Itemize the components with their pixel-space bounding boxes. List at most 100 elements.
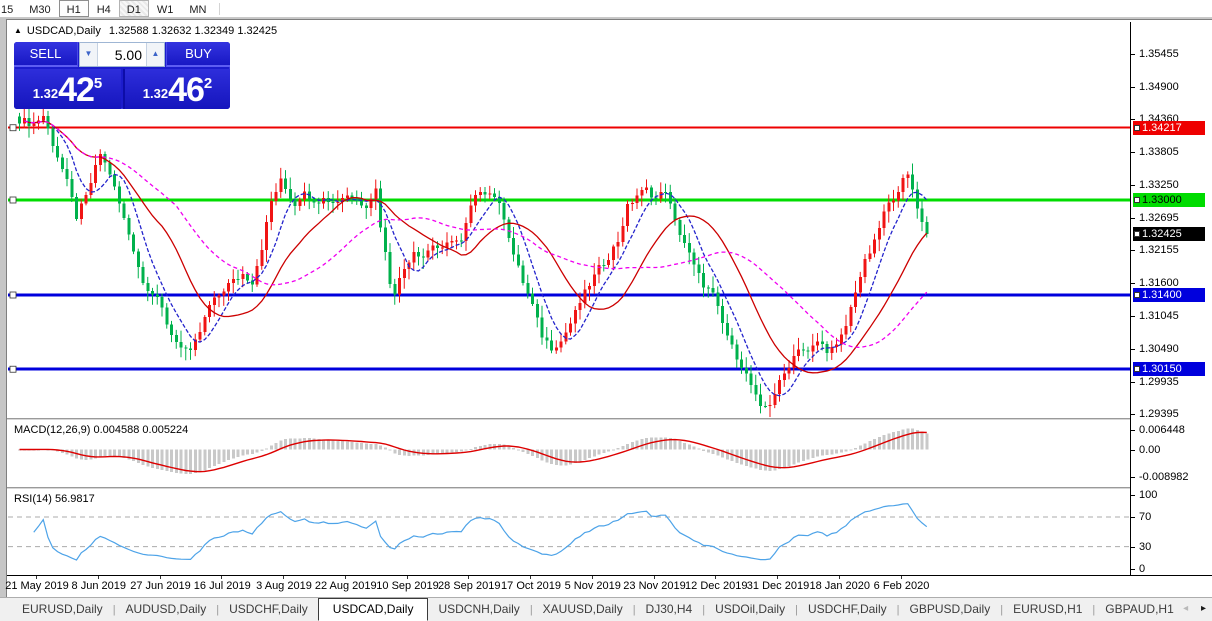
timeframe-button-d1[interactable]: D1 bbox=[119, 0, 149, 17]
candle-body bbox=[778, 380, 781, 394]
macd-histogram-bar bbox=[626, 444, 629, 450]
macd-histogram-bar bbox=[322, 439, 325, 449]
chart-tab-dj30-h4[interactable]: DJ30,H4 bbox=[636, 598, 703, 619]
candle-body bbox=[132, 234, 135, 251]
chart-tab-xauusd-daily[interactable]: XAUUSD,Daily bbox=[533, 598, 633, 619]
macd-histogram-bar bbox=[854, 448, 857, 450]
macd-histogram-bar bbox=[446, 450, 449, 453]
chart-tab-eurusd-daily[interactable]: EURUSD,Daily bbox=[12, 598, 113, 619]
timeframe-button-mn[interactable]: MN bbox=[181, 0, 214, 17]
candle-body bbox=[921, 209, 924, 222]
date-axis-tick bbox=[221, 576, 222, 579]
timeframe-button-h1[interactable]: H1 bbox=[59, 0, 89, 17]
rsi-axis-label: 100 bbox=[1139, 489, 1157, 501]
candle-body bbox=[436, 246, 439, 248]
candle-body bbox=[560, 341, 563, 347]
pane-splitter[interactable] bbox=[7, 487, 1212, 489]
candle-body bbox=[845, 326, 848, 335]
rsi-axis-label: 30 bbox=[1139, 541, 1151, 553]
macd-histogram-bar bbox=[370, 444, 373, 450]
candle-body bbox=[446, 242, 449, 247]
candle-body bbox=[906, 175, 909, 178]
line-handle[interactable] bbox=[1134, 197, 1140, 203]
tab-scroll-right-icon[interactable]: ▸ bbox=[1201, 603, 1206, 614]
line-handle[interactable] bbox=[10, 366, 16, 372]
sell-button[interactable]: SELL bbox=[14, 42, 78, 67]
buy-price-tile[interactable]: 1.32462 bbox=[123, 69, 230, 109]
chart-tab-usdcnh-daily[interactable]: USDCNH,Daily bbox=[428, 598, 529, 619]
macd-histogram-bar bbox=[474, 447, 477, 449]
chart-tab-usdoil-daily[interactable]: USDOil,Daily bbox=[705, 598, 795, 619]
candle-body bbox=[650, 187, 653, 197]
candle-body bbox=[313, 200, 316, 203]
candle-body bbox=[598, 265, 601, 275]
macd-histogram-bar bbox=[270, 445, 273, 449]
timeframe-button-h4[interactable]: H4 bbox=[89, 0, 119, 17]
line-handle[interactable] bbox=[1134, 366, 1140, 372]
line-handle[interactable] bbox=[10, 125, 16, 131]
chart-tab-gbpaud-h1[interactable]: GBPAUD,H1 bbox=[1095, 598, 1183, 619]
macd-histogram-bar bbox=[213, 450, 216, 467]
macd-histogram-bar bbox=[289, 438, 292, 449]
date-axis-label: 6 Feb 2020 bbox=[874, 580, 930, 592]
chart-tab-usdchf-daily[interactable]: USDCHF,Daily bbox=[798, 598, 897, 619]
axis-tick bbox=[1131, 54, 1135, 55]
chart-tab-gbpusd-daily[interactable]: GBPUSD,Daily bbox=[900, 598, 1001, 619]
macd-histogram-bar bbox=[602, 450, 605, 453]
volume-increase-button[interactable]: ▲ bbox=[146, 43, 164, 66]
chart-tab-usdcad-daily[interactable]: USDCAD,Daily bbox=[318, 598, 429, 621]
volume-input[interactable] bbox=[98, 43, 146, 66]
chart-tab-audusd-daily[interactable]: AUDUSD,Daily bbox=[116, 598, 217, 619]
macd-histogram-bar bbox=[707, 450, 710, 453]
macd-histogram-bar bbox=[256, 450, 259, 453]
line-handle[interactable] bbox=[1134, 231, 1140, 237]
candle-body bbox=[270, 201, 273, 222]
timeframe-button-15[interactable]: 15 bbox=[0, 0, 21, 17]
candle-body bbox=[811, 346, 814, 352]
rsi-axis-label: 0 bbox=[1139, 563, 1145, 575]
timeframe-button-w1[interactable]: W1 bbox=[149, 0, 182, 17]
macd-histogram-bar bbox=[360, 443, 363, 450]
candle-body bbox=[726, 323, 729, 336]
macd-histogram-bar bbox=[89, 450, 92, 460]
sell-price-pip: 5 bbox=[94, 76, 102, 91]
macd-histogram-bar bbox=[712, 450, 715, 454]
chart-tab-eurusd-h1[interactable]: EURUSD,H1 bbox=[1003, 598, 1092, 619]
line-handle[interactable] bbox=[1134, 125, 1140, 131]
sell-price-tile[interactable]: 1.32425 bbox=[14, 69, 121, 109]
macd-histogram-bar bbox=[607, 450, 610, 452]
macd-histogram-bar bbox=[754, 450, 757, 469]
line-handle[interactable] bbox=[10, 292, 16, 298]
collapse-triangle-icon[interactable]: ▲ bbox=[14, 26, 22, 35]
candle-body bbox=[783, 374, 786, 380]
candle-body bbox=[184, 347, 187, 348]
macd-histogram-bar bbox=[830, 450, 833, 455]
line-handle[interactable] bbox=[10, 197, 16, 203]
candle-body bbox=[393, 284, 396, 294]
chart-tab-usdchf-daily[interactable]: USDCHF,Daily bbox=[219, 598, 318, 619]
sell-price-main: 42 bbox=[58, 73, 94, 107]
axis-tick bbox=[1131, 569, 1135, 570]
macd-histogram-bar bbox=[764, 450, 767, 471]
candle-body bbox=[621, 226, 624, 242]
macd-histogram-bar bbox=[726, 450, 729, 460]
buy-button[interactable]: BUY bbox=[166, 42, 230, 67]
tab-scroll-left-icon[interactable]: ◂ bbox=[1183, 603, 1188, 614]
candle-body bbox=[712, 288, 715, 293]
candle-body bbox=[275, 192, 278, 201]
rsi-pane[interactable] bbox=[8, 489, 1130, 575]
candle-body bbox=[769, 405, 772, 406]
candle-body bbox=[536, 304, 539, 317]
candle-body bbox=[455, 240, 458, 241]
macd-histogram-bar bbox=[85, 450, 88, 460]
macd-histogram-bar bbox=[298, 438, 301, 449]
macd-histogram-bar bbox=[769, 450, 772, 471]
candle-body bbox=[754, 385, 757, 394]
date-axis-tick bbox=[36, 576, 37, 579]
macd-histogram-bar bbox=[465, 450, 468, 451]
volume-decrease-button[interactable]: ▼ bbox=[80, 43, 98, 66]
pane-splitter[interactable] bbox=[7, 418, 1212, 420]
timeframe-button-m30[interactable]: M30 bbox=[21, 0, 58, 17]
line-handle[interactable] bbox=[1134, 292, 1140, 298]
candle-body bbox=[308, 192, 311, 200]
